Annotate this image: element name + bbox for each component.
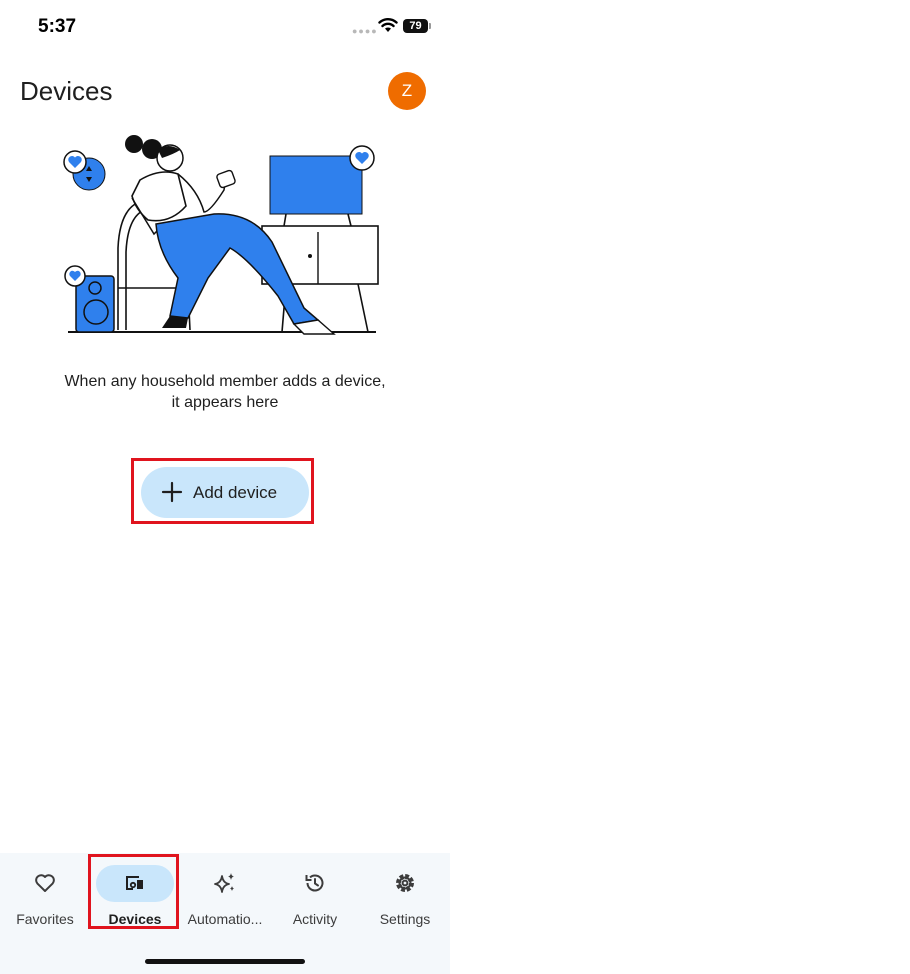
thermostat-illustration (63, 150, 106, 191)
devices-tab-highlight (88, 854, 179, 929)
bottom-navigation: Favorites Devices Automatio... Activity … (0, 853, 450, 974)
cellular-signal-icon: ●●●● (352, 26, 378, 36)
status-time: 5:37 (38, 16, 77, 37)
sparkle-icon (214, 873, 234, 893)
plus-icon (161, 481, 183, 503)
nav-automations[interactable]: Automatio... (180, 853, 270, 943)
home-indicator[interactable] (145, 959, 305, 964)
wifi-icon (378, 18, 398, 32)
nav-activity[interactable]: Activity (270, 853, 360, 943)
battery-icon: 79 (403, 19, 428, 33)
empty-state-message: When any household member adds a device,… (0, 371, 450, 413)
empty-state-line-1: When any household member adds a device, (64, 373, 386, 390)
history-icon (305, 874, 324, 892)
add-device-button[interactable]: Add device (141, 467, 309, 518)
nav-settings[interactable]: Settings (360, 853, 450, 943)
nav-automations-label: Automatio... (187, 911, 263, 927)
nav-settings-label: Settings (379, 911, 431, 927)
empty-state-illustration (63, 135, 379, 335)
nav-favorites-label: Favorites (16, 911, 74, 927)
battery-cap (429, 23, 431, 29)
add-device-label: Add device (193, 483, 278, 502)
heart-icon (35, 874, 55, 892)
phone-screen: 5:37 ●●●● 79 Devices Z When any househol… (0, 0, 450, 974)
gear-icon (396, 874, 414, 892)
tv-illustration (269, 145, 375, 227)
nav-activity-label: Activity (292, 911, 338, 927)
page-title: Devices (20, 76, 113, 106)
speaker-illustration (64, 265, 115, 333)
empty-state-line-2: it appears here (171, 394, 279, 411)
status-bar: 5:37 ●●●● 79 (0, 0, 450, 54)
nav-favorites[interactable]: Favorites (0, 853, 90, 943)
avatar[interactable]: Z (388, 72, 426, 110)
